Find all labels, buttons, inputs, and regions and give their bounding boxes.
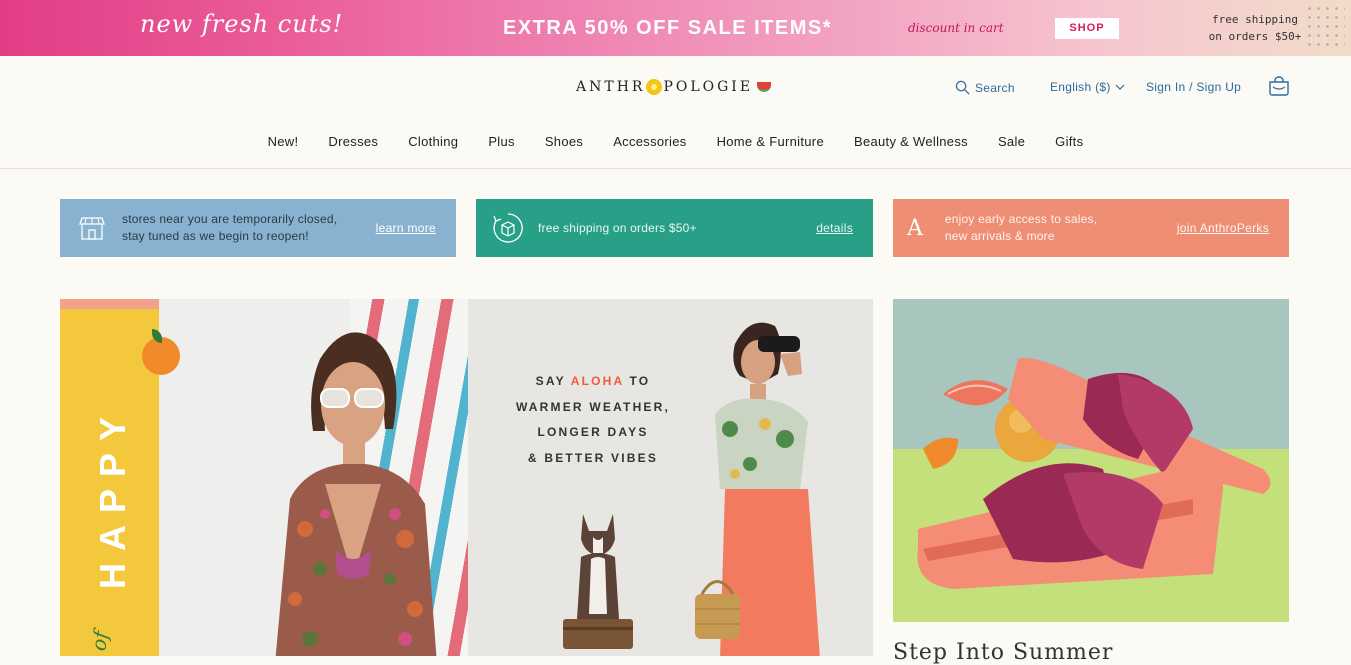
search-label: Search xyxy=(975,80,1015,95)
nav-item-accessories[interactable]: Accessories xyxy=(598,134,701,149)
nav-item-shoes[interactable]: Shoes xyxy=(530,134,598,149)
tile-perks-text-line2: new arrivals & more xyxy=(944,229,1055,243)
shopping-bag-icon[interactable] xyxy=(1268,76,1290,96)
chevron-down-icon xyxy=(1115,84,1125,90)
tile-store-text-line2: stay tuned as we begin to reopen! xyxy=(122,229,309,243)
promo-headline: EXTRA 50% OFF SALE ITEMS* xyxy=(503,17,833,39)
nav-item-plus[interactable]: Plus xyxy=(473,134,530,149)
language-label: English ($) xyxy=(1050,80,1111,94)
promo-discount-note: discount in cart xyxy=(908,21,1004,35)
logo-sun-icon xyxy=(646,79,663,95)
tile-perks-text-line1: enjoy early access to sales, xyxy=(944,212,1098,226)
free-shipping-tile[interactable]: free shipping on orders $50+ details xyxy=(476,199,873,257)
tile-store-text-line1: stores near you are temporarily closed, xyxy=(122,212,338,226)
main-navigation: New! Dresses Clothing Plus Shoes Accesso… xyxy=(0,134,1351,149)
nav-item-new[interactable]: New! xyxy=(253,134,314,149)
search-link[interactable]: Search xyxy=(955,80,1015,95)
logo-text-pre: ANTHR xyxy=(576,79,646,95)
anthroperks-tile[interactable]: A enjoy early access to sales, new arriv… xyxy=(893,199,1289,257)
hero-left-panel: HAPPY of xyxy=(60,299,468,656)
nav-item-sale[interactable]: Sale xyxy=(983,134,1040,149)
join-anthroperks-link[interactable]: join AnthroPerks xyxy=(1177,221,1269,235)
nav-item-clothing[interactable]: Clothing xyxy=(393,134,473,149)
model-sunglasses-image xyxy=(275,332,437,656)
hero-corner-accent xyxy=(60,299,159,309)
aloha-line4: & BETTER VIBES xyxy=(527,450,659,465)
hero-banner[interactable]: HAPPY of SAY ALOHA TO WARMER WEATHER, LO… xyxy=(60,299,873,656)
aloha-accent: ALOHA xyxy=(570,374,624,388)
box-return-icon xyxy=(493,213,523,243)
sandals-feature-image[interactable] xyxy=(893,299,1289,622)
nav-item-home-furniture[interactable]: Home & Furniture xyxy=(702,134,839,149)
promo-banner[interactable]: new fresh cuts! EXTRA 50% OFF SALE ITEMS… xyxy=(0,0,1351,56)
hero-happy-text: HAPPY xyxy=(92,404,133,589)
logo-text-post: POLOGIE xyxy=(663,79,754,95)
sandals-caption[interactable]: Step Into Summer xyxy=(893,640,1113,665)
storefront-icon xyxy=(79,217,105,240)
hero-of-text: of xyxy=(86,629,114,653)
store-closure-tile[interactable]: stores near you are temporarily closed, … xyxy=(60,199,456,257)
promo-script-text: new fresh cuts! xyxy=(140,10,344,38)
sandals-image xyxy=(917,357,1271,589)
aloha-line1: SAY ALOHA TO xyxy=(508,369,678,395)
promo-shipping-note: free shipping on orders $50+ xyxy=(1200,11,1310,45)
hero-aloha-copy: SAY ALOHA TO WARMER WEATHER, LONGER DAYS… xyxy=(508,369,678,471)
search-icon xyxy=(955,80,970,95)
aloha-line1-post: TO xyxy=(623,374,651,388)
shipping-details-link[interactable]: details xyxy=(816,221,853,235)
model-binoculars-image xyxy=(695,322,820,656)
hero-right-panel: SAY ALOHA TO WARMER WEATHER, LONGER DAYS… xyxy=(468,299,873,656)
learn-more-link[interactable]: learn more xyxy=(376,221,436,235)
anthroperks-a-icon: A xyxy=(907,215,923,241)
aloha-line3: LONGER DAYS xyxy=(537,425,649,439)
decorative-dots xyxy=(1305,4,1345,52)
aloha-line1-pre: SAY xyxy=(535,374,571,388)
language-selector[interactable]: English ($) xyxy=(1050,80,1125,94)
nav-item-beauty-wellness[interactable]: Beauty & Wellness xyxy=(839,134,983,149)
nav-item-gifts[interactable]: Gifts xyxy=(1040,134,1098,149)
promo-shop-button[interactable]: SHOP xyxy=(1055,18,1119,39)
nav-item-dresses[interactable]: Dresses xyxy=(313,134,393,149)
sign-in-link[interactable]: Sign In / Sign Up xyxy=(1146,80,1241,94)
site-logo[interactable]: ANTHR POLOGIE xyxy=(576,79,772,95)
dog-on-suitcase-image xyxy=(563,514,633,649)
aloha-line2: WARMER WEATHER, xyxy=(515,399,671,414)
site-header: ANTHR POLOGIE Search English ($) Sign In… xyxy=(0,56,1351,169)
promo-shipping-line1: free shipping xyxy=(1211,13,1299,26)
tile-shipping-text: free shipping on orders $50+ xyxy=(538,220,697,235)
promo-shipping-line2: on orders $50+ xyxy=(1208,30,1302,43)
logo-watermelon-icon xyxy=(757,82,772,92)
